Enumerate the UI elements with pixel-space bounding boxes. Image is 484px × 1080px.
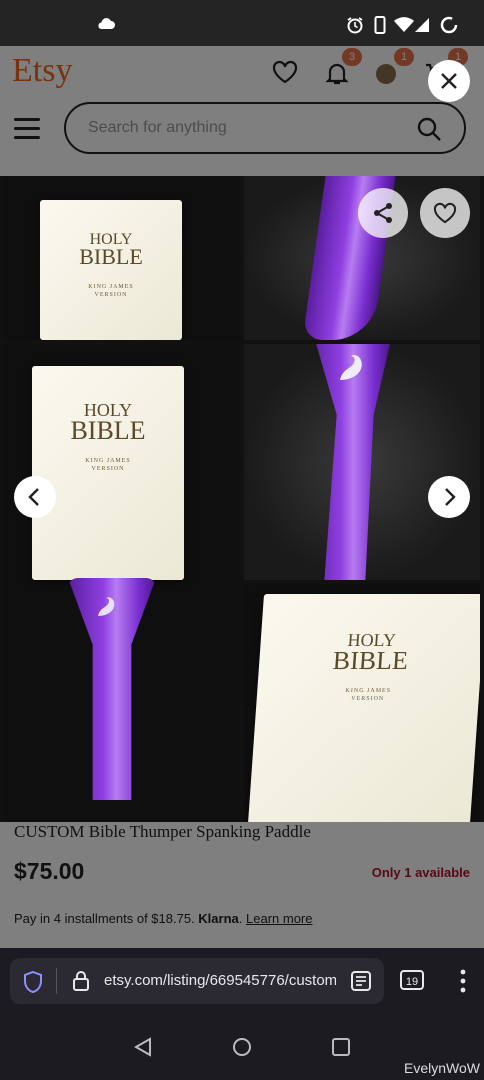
bible-title: HOLY BIBLE — [331, 630, 409, 676]
watermark-text: EvelynWoW — [404, 1060, 480, 1076]
favorite-button[interactable] — [420, 188, 470, 238]
bible-subtitle-2: VERSION — [350, 696, 385, 702]
home-icon[interactable] — [231, 1036, 253, 1058]
phone-icon — [374, 16, 386, 34]
address-bar[interactable]: etsy.com/listing/669545776/custom — [10, 958, 384, 1004]
share-icon — [374, 203, 392, 223]
photo-bible-paddle: HOLY BIBLE KING JAMES VERSION — [4, 344, 240, 822]
bible-cover: HOLY BIBLE KING JAMES VERSION — [32, 366, 184, 580]
battery-icon — [440, 16, 458, 34]
lock-icon[interactable] — [72, 970, 90, 992]
previous-image-button[interactable] — [14, 476, 56, 518]
signal-icon — [415, 18, 429, 32]
bible-subtitle: KING JAMES — [85, 458, 131, 464]
swan-logo-icon — [98, 597, 115, 616]
bible-subtitle-2: VERSION — [94, 292, 128, 298]
reader-view-icon[interactable] — [350, 970, 372, 992]
bible-cover: HOLY BIBLE KING JAMES VERSION — [247, 594, 480, 822]
bible-title: HOLY BIBLE — [79, 231, 143, 270]
tab-counter-button[interactable]: 19 — [400, 970, 424, 990]
close-icon — [441, 73, 457, 89]
bible-subtitle: KING JAMES — [88, 284, 134, 290]
photo-bible-angle: HOLY BIBLE KING JAMES VERSION — [244, 584, 480, 822]
more-options-icon[interactable] — [456, 968, 470, 994]
share-button[interactable] — [358, 188, 408, 238]
back-icon[interactable] — [132, 1036, 154, 1058]
swan-logo-icon — [340, 354, 362, 380]
listing-image-gallery[interactable]: HOLY BIBLE KING JAMES VERSION HOLY BIBLE K… — [0, 176, 484, 822]
listing-info: CUSTOM Bible Thumper Spanking Paddle $75… — [0, 822, 484, 948]
bible-subtitle-2: VERSION — [91, 466, 125, 472]
status-bar — [0, 0, 484, 46]
chevron-right-icon — [445, 488, 456, 506]
tracking-protection-shield-icon[interactable] — [22, 970, 44, 994]
photo-paddle-closeup — [244, 344, 480, 580]
alarm-icon — [347, 17, 363, 34]
heart-icon — [433, 202, 457, 224]
wifi-icon — [394, 17, 414, 32]
chevron-left-icon — [28, 488, 39, 506]
next-image-button[interactable] — [428, 476, 470, 518]
url-text[interactable]: etsy.com/listing/669545776/custom — [104, 972, 336, 989]
cloud-icon — [98, 18, 115, 29]
photo-bible-top: HOLY BIBLE KING JAMES VERSION — [4, 176, 240, 340]
address-bar-divider — [56, 968, 57, 994]
bible-title: HOLY BIBLE — [70, 400, 146, 446]
recents-icon[interactable] — [330, 1036, 352, 1058]
close-gallery-button[interactable] — [428, 60, 470, 102]
bible-subtitle: KING JAMES — [345, 688, 392, 694]
bible-cover: HOLY BIBLE KING JAMES VERSION — [40, 200, 182, 340]
below-overlay — [0, 822, 484, 948]
